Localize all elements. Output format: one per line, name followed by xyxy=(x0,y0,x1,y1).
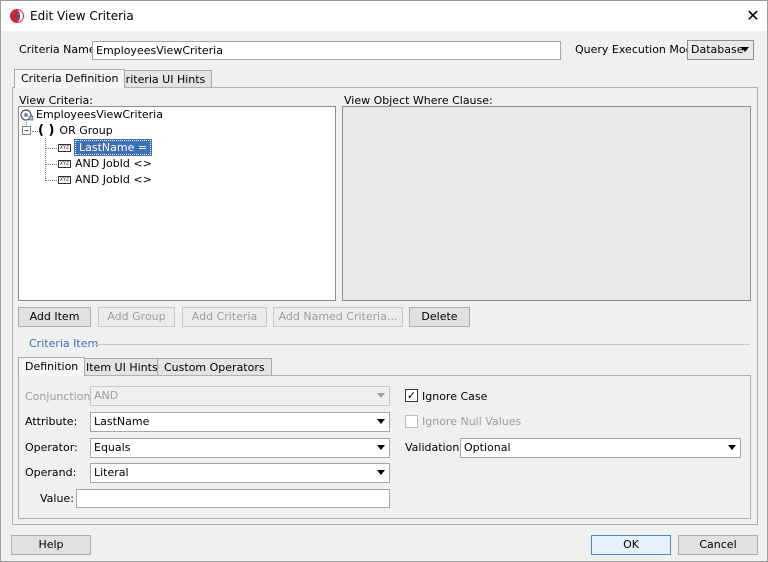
tab-criteria-definition[interactable]: Criteria Definition xyxy=(14,69,126,88)
tree-item-jobid-2[interactable]: XYZ AND JobId <> xyxy=(58,173,152,187)
tree-root-label: EmployeesViewCriteria xyxy=(36,108,163,121)
query-execution-mode-value: Database xyxy=(691,43,744,56)
delete-button[interactable]: Delete xyxy=(409,307,470,327)
operand-label: Operand: xyxy=(25,466,77,479)
criteria-name-label: Criteria Name: xyxy=(19,43,100,56)
group-parens-icon: ( ) xyxy=(38,123,55,138)
chevron-down-icon xyxy=(377,393,385,398)
tree-connector xyxy=(45,164,57,165)
ignore-null-values-label: Ignore Null Values xyxy=(422,415,522,428)
tree-item-jobid-1[interactable]: XYZ AND JobId <> xyxy=(58,157,152,171)
tree-item-lastname[interactable]: XYZ LastName = xyxy=(58,139,153,156)
tree-group-node[interactable]: ( ) OR Group xyxy=(38,124,113,138)
query-execution-mode-label: Query Execution Mode: xyxy=(575,43,704,56)
add-group-button[interactable]: Add Group xyxy=(98,307,175,327)
tree-connector xyxy=(45,148,57,149)
add-criteria-button[interactable]: Add Criteria xyxy=(182,307,267,327)
query-execution-mode-select[interactable]: Database xyxy=(687,40,754,60)
title-bar: Edit View Criteria ✕ xyxy=(1,1,767,31)
operator-label: Operator: xyxy=(25,441,78,454)
tree-item-label: AND JobId <> xyxy=(75,173,152,186)
chevron-down-icon xyxy=(377,445,385,450)
criteria-item-icon: XYZ xyxy=(58,144,71,152)
tab-criteria-ui-hints[interactable]: Criteria UI Hints xyxy=(111,70,213,87)
chevron-down-icon xyxy=(728,445,736,450)
tab-definition[interactable]: Definition xyxy=(18,357,86,376)
ignore-null-values-checkbox xyxy=(405,415,418,428)
tree-connector xyxy=(45,180,57,181)
app-icon xyxy=(10,9,24,23)
value-input[interactable] xyxy=(76,489,390,508)
ignore-case-label: Ignore Case xyxy=(422,390,488,403)
where-clause-area xyxy=(342,106,751,301)
attribute-label: Attribute: xyxy=(25,415,78,428)
add-item-button[interactable]: Add Item xyxy=(18,307,91,327)
validation-select[interactable]: Optional xyxy=(460,438,741,458)
criteria-name-input[interactable]: EmployeesViewCriteria xyxy=(92,41,561,60)
tree-item-label: AND JobId <> xyxy=(75,157,152,170)
window-title: Edit View Criteria xyxy=(30,9,134,23)
view-criteria-icon xyxy=(20,109,34,121)
validation-label: Validation: xyxy=(405,441,464,454)
tree-item-label: LastName = xyxy=(73,139,153,156)
conjunction-label: Conjunction: xyxy=(25,390,95,403)
tree-root-node[interactable]: EmployeesViewCriteria xyxy=(20,108,163,122)
cancel-button[interactable]: Cancel xyxy=(678,535,758,555)
criteria-item-icon: XYZ xyxy=(58,160,71,168)
collapse-icon[interactable]: − xyxy=(22,126,31,135)
attribute-select[interactable]: LastName xyxy=(90,412,390,432)
criteria-item-title: Criteria Item xyxy=(29,337,99,350)
conjunction-select: AND xyxy=(90,386,390,406)
help-button[interactable]: Help xyxy=(11,535,91,555)
tree-connector xyxy=(45,138,46,181)
close-icon[interactable]: ✕ xyxy=(741,5,765,27)
tree-group-label: OR Group xyxy=(59,124,113,137)
operator-select[interactable]: Equals xyxy=(90,438,390,458)
operator-value: Equals xyxy=(94,441,131,454)
edit-view-criteria-dialog: Edit View Criteria ✕ Criteria Name: Empl… xyxy=(0,0,768,562)
tab-custom-operators[interactable]: Custom Operators xyxy=(157,358,272,375)
validation-value: Optional xyxy=(464,441,511,454)
tab-item-ui-hints[interactable]: Item UI Hints xyxy=(79,358,165,375)
chevron-down-icon xyxy=(741,47,749,52)
ignore-case-checkbox[interactable]: ✓ xyxy=(405,389,418,402)
operand-select[interactable]: Literal xyxy=(90,463,390,483)
add-named-criteria-button[interactable]: Add Named Criteria... xyxy=(273,307,403,327)
chevron-down-icon xyxy=(377,470,385,475)
ok-button[interactable]: OK xyxy=(591,535,671,555)
attribute-value: LastName xyxy=(94,415,150,428)
operand-value: Literal xyxy=(94,466,129,479)
value-label: Value: xyxy=(40,492,74,505)
chevron-down-icon xyxy=(377,419,385,424)
criteria-item-icon: XYZ xyxy=(58,176,71,184)
section-separator xyxy=(92,344,750,345)
conjunction-value: AND xyxy=(94,389,119,402)
